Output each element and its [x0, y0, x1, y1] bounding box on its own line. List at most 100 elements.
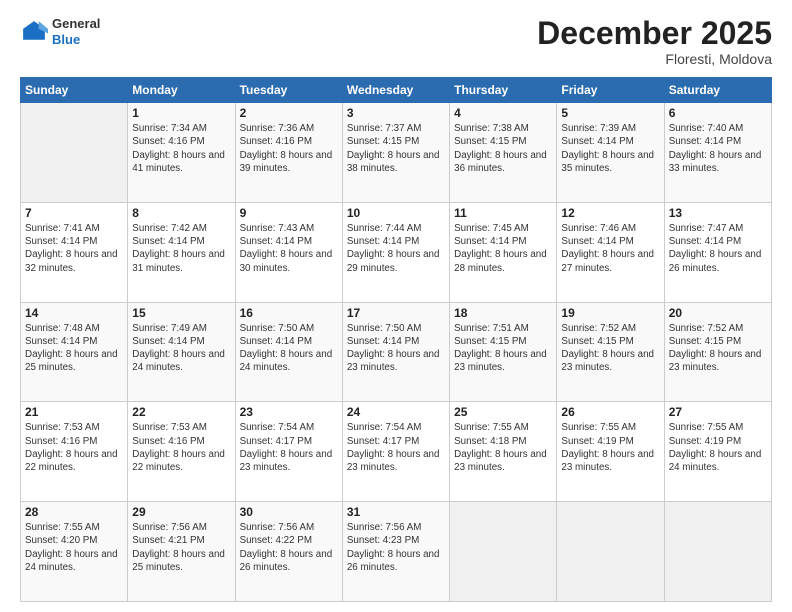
cell-day-number: 21: [25, 405, 123, 419]
cell-day-number: 11: [454, 206, 552, 220]
calendar-week-row: 14Sunrise: 7:48 AMSunset: 4:14 PMDayligh…: [21, 302, 772, 402]
cell-info: Sunrise: 7:40 AMSunset: 4:14 PMDaylight:…: [669, 122, 767, 175]
cell-info: Sunrise: 7:38 AMSunset: 4:15 PMDaylight:…: [454, 122, 552, 175]
calendar-cell: 14Sunrise: 7:48 AMSunset: 4:14 PMDayligh…: [21, 302, 128, 402]
cell-day-number: 14: [25, 306, 123, 320]
calendar-cell: 10 Sunrise: 7:44 AMSunset: 4:14 PMDayligh…: [342, 202, 449, 302]
cell-day-number: 1: [132, 106, 230, 120]
cell-info: Sunrise: 7:50 AMSunset: 4:14 PMDaylight:…: [347, 322, 445, 375]
header: General Blue December 2025 Floresti, Mol…: [20, 16, 772, 67]
calendar-cell: 12Sunrise: 7:46 AMSunset: 4:14 PMDayligh…: [557, 202, 664, 302]
cell-info: Sunrise: 7:53 AMSunset: 4:16 PMDaylight:…: [132, 421, 230, 474]
cell-day-number: 13: [669, 206, 767, 220]
calendar-cell: 26 Sunrise: 7:55 AMSunset: 4:19 PMDayligh…: [557, 402, 664, 502]
cell-day-number: 16: [240, 306, 338, 320]
cell-info: Sunrise: 7:54 AMSunset: 4:17 PMDaylight:…: [347, 421, 445, 474]
cell-info: Sunrise: 7:44 AMSunset: 4:14 PMDaylight:…: [347, 222, 445, 275]
calendar-cell: 9Sunrise: 7:43 AMSunset: 4:14 PMDaylight…: [235, 202, 342, 302]
logo-blue-text: Blue: [52, 32, 100, 48]
weekday-header-friday: Friday: [557, 78, 664, 103]
calendar-cell: 19 Sunrise: 7:52 AMSunset: 4:15 PMDayligh…: [557, 302, 664, 402]
calendar-cell: 24Sunrise: 7:54 AMSunset: 4:17 PMDayligh…: [342, 402, 449, 502]
cell-day-number: 19: [561, 306, 659, 320]
calendar-cell: [664, 502, 771, 602]
calendar-cell: 2Sunrise: 7:36 AMSunset: 4:16 PMDaylight…: [235, 103, 342, 203]
calendar-cell: 11 Sunrise: 7:45 AMSunset: 4:14 PMDayligh…: [450, 202, 557, 302]
cell-day-number: 25: [454, 405, 552, 419]
cell-day-number: 15: [132, 306, 230, 320]
cell-info: Sunrise: 7:56 AMSunset: 4:21 PMDaylight:…: [132, 521, 230, 574]
cell-info: Sunrise: 7:47 AMSunset: 4:14 PMDaylight:…: [669, 222, 767, 275]
cell-day-number: 20: [669, 306, 767, 320]
logo-general-text: General: [52, 16, 100, 32]
calendar-cell: 31Sunrise: 7:56 AMSunset: 4:23 PMDayligh…: [342, 502, 449, 602]
month-title: December 2025: [537, 16, 772, 51]
cell-day-number: 17: [347, 306, 445, 320]
cell-info: Sunrise: 7:55 AMSunset: 4:20 PMDaylight:…: [25, 521, 123, 574]
cell-info: Sunrise: 7:41 AMSunset: 4:14 PMDaylight:…: [25, 222, 123, 275]
calendar-cell: 29Sunrise: 7:56 AMSunset: 4:21 PMDayligh…: [128, 502, 235, 602]
cell-day-number: 27: [669, 405, 767, 419]
cell-day-number: 2: [240, 106, 338, 120]
cell-info: Sunrise: 7:54 AMSunset: 4:17 PMDaylight:…: [240, 421, 338, 474]
weekday-header-wednesday: Wednesday: [342, 78, 449, 103]
weekday-header-sunday: Sunday: [21, 78, 128, 103]
cell-info: Sunrise: 7:55 AMSunset: 4:19 PMDaylight:…: [561, 421, 659, 474]
cell-day-number: 7: [25, 206, 123, 220]
cell-info: Sunrise: 7:55 AMSunset: 4:19 PMDaylight:…: [669, 421, 767, 474]
calendar-cell: 30 Sunrise: 7:56 AMSunset: 4:22 PMDayligh…: [235, 502, 342, 602]
calendar-header-row: SundayMondayTuesdayWednesdayThursdayFrid…: [21, 78, 772, 103]
calendar-cell: 8 Sunrise: 7:42 AMSunset: 4:14 PMDaylight…: [128, 202, 235, 302]
calendar-cell: 21 Sunrise: 7:53 AMSunset: 4:16 PMDayligh…: [21, 402, 128, 502]
calendar-cell: 17 Sunrise: 7:50 AMSunset: 4:14 PMDayligh…: [342, 302, 449, 402]
cell-info: Sunrise: 7:52 AMSunset: 4:15 PMDaylight:…: [561, 322, 659, 375]
weekday-header-tuesday: Tuesday: [235, 78, 342, 103]
calendar-cell: 22 Sunrise: 7:53 AMSunset: 4:16 PMDayligh…: [128, 402, 235, 502]
calendar-cell: 23 Sunrise: 7:54 AMSunset: 4:17 PMDayligh…: [235, 402, 342, 502]
cell-info: Sunrise: 7:45 AMSunset: 4:14 PMDaylight:…: [454, 222, 552, 275]
title-section: December 2025 Floresti, Moldova: [537, 16, 772, 67]
cell-info: Sunrise: 7:43 AMSunset: 4:14 PMDaylight:…: [240, 222, 338, 275]
cell-info: Sunrise: 7:46 AMSunset: 4:14 PMDaylight:…: [561, 222, 659, 275]
cell-info: Sunrise: 7:56 AMSunset: 4:22 PMDaylight:…: [240, 521, 338, 574]
cell-info: Sunrise: 7:50 AMSunset: 4:14 PMDaylight:…: [240, 322, 338, 375]
calendar-cell: [557, 502, 664, 602]
logo-icon: [20, 18, 48, 46]
cell-day-number: 3: [347, 106, 445, 120]
calendar-cell: 16 Sunrise: 7:50 AMSunset: 4:14 PMDayligh…: [235, 302, 342, 402]
calendar-cell: 6 Sunrise: 7:40 AMSunset: 4:14 PMDaylight…: [664, 103, 771, 203]
cell-info: Sunrise: 7:34 AMSunset: 4:16 PMDaylight:…: [132, 122, 230, 175]
weekday-header-monday: Monday: [128, 78, 235, 103]
cell-day-number: 28: [25, 505, 123, 519]
cell-day-number: 4: [454, 106, 552, 120]
calendar-cell: 4 Sunrise: 7:38 AMSunset: 4:15 PMDaylight…: [450, 103, 557, 203]
calendar-cell: 25Sunrise: 7:55 AMSunset: 4:18 PMDayligh…: [450, 402, 557, 502]
cell-day-number: 23: [240, 405, 338, 419]
calendar-cell: 5Sunrise: 7:39 AMSunset: 4:14 PMDaylight…: [557, 103, 664, 203]
cell-day-number: 22: [132, 405, 230, 419]
cell-day-number: 26: [561, 405, 659, 419]
cell-info: Sunrise: 7:51 AMSunset: 4:15 PMDaylight:…: [454, 322, 552, 375]
cell-info: Sunrise: 7:39 AMSunset: 4:14 PMDaylight:…: [561, 122, 659, 175]
cell-info: Sunrise: 7:49 AMSunset: 4:14 PMDaylight:…: [132, 322, 230, 375]
cell-day-number: 30: [240, 505, 338, 519]
cell-info: Sunrise: 7:37 AMSunset: 4:15 PMDaylight:…: [347, 122, 445, 175]
calendar-cell: 13 Sunrise: 7:47 AMSunset: 4:14 PMDayligh…: [664, 202, 771, 302]
cell-day-number: 8: [132, 206, 230, 220]
location: Floresti, Moldova: [537, 51, 772, 67]
cell-info: Sunrise: 7:53 AMSunset: 4:16 PMDaylight:…: [25, 421, 123, 474]
calendar-cell: [450, 502, 557, 602]
calendar-table: SundayMondayTuesdayWednesdayThursdayFrid…: [20, 77, 772, 602]
cell-info: Sunrise: 7:42 AMSunset: 4:14 PMDaylight:…: [132, 222, 230, 275]
calendar-cell: [21, 103, 128, 203]
calendar-cell: 27 Sunrise: 7:55 AMSunset: 4:19 PMDayligh…: [664, 402, 771, 502]
logo: General Blue: [20, 16, 100, 47]
cell-day-number: 10: [347, 206, 445, 220]
calendar-cell: 28 Sunrise: 7:55 AMSunset: 4:20 PMDayligh…: [21, 502, 128, 602]
cell-day-number: 6: [669, 106, 767, 120]
calendar-week-row: 21 Sunrise: 7:53 AMSunset: 4:16 PMDayligh…: [21, 402, 772, 502]
cell-info: Sunrise: 7:52 AMSunset: 4:15 PMDaylight:…: [669, 322, 767, 375]
calendar-cell: 1 Sunrise: 7:34 AMSunset: 4:16 PMDaylight…: [128, 103, 235, 203]
calendar-cell: 7 Sunrise: 7:41 AMSunset: 4:14 PMDaylight…: [21, 202, 128, 302]
calendar-cell: 3 Sunrise: 7:37 AMSunset: 4:15 PMDaylight…: [342, 103, 449, 203]
